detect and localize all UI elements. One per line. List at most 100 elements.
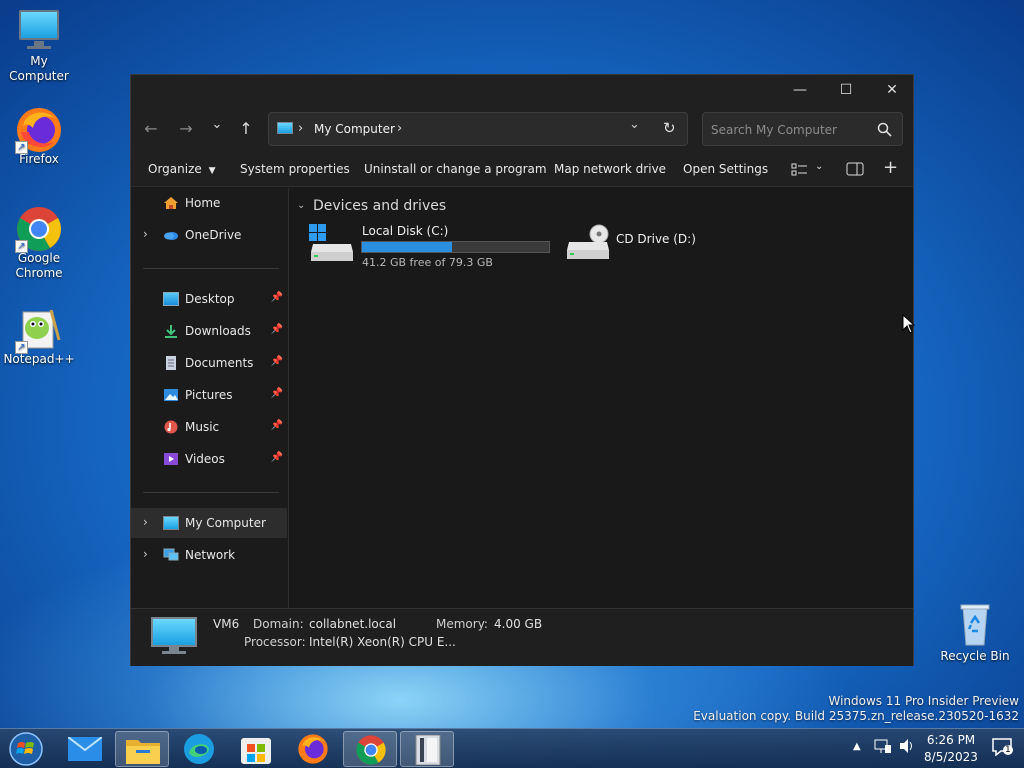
group-header[interactable]: Devices and drives <box>313 198 446 214</box>
monitor-icon <box>163 516 179 530</box>
sidebar-item-onedrive[interactable]: › OneDrive <box>131 220 287 250</box>
chevron-down-icon: ⌄ <box>815 161 824 172</box>
desktop-icon-firefox[interactable]: ↗ Firefox <box>1 106 77 167</box>
address-dropdown-button[interactable]: ⌄ <box>629 117 640 132</box>
drive-name: CD Drive (D:) <box>616 232 696 246</box>
chevron-down-icon: ▼ <box>208 166 216 176</box>
drive-item-c[interactable]: Local Disk (C:) 41.2 GB free of 79.3 GB <box>309 224 551 270</box>
home-icon <box>164 197 178 209</box>
desktop-icon-notepadpp[interactable]: ↗ Notepad++ <box>1 306 77 367</box>
taskbar-file-explorer[interactable] <box>115 731 169 767</box>
desktop-icon-my-computer[interactable]: My Computer <box>1 8 77 84</box>
taskbar-store[interactable] <box>229 731 283 767</box>
close-button[interactable]: ✕ <box>869 75 915 105</box>
sidebar-item-home[interactable]: Home <box>131 188 287 218</box>
desktop-icon-label: Firefox <box>19 152 59 166</box>
cloud-icon <box>164 232 178 240</box>
notepadpp-icon: ↗ <box>15 306 63 354</box>
pin-icon[interactable]: 📌 <box>271 452 283 463</box>
cd-drive-icon <box>567 224 609 259</box>
memory-value: 4.00 GB <box>494 617 543 631</box>
firefox-icon <box>298 734 328 764</box>
open-settings-button[interactable]: Open Settings <box>683 162 768 176</box>
processor-value: Intel(R) Xeon(R) CPU E... <box>309 635 456 649</box>
desktop-icon-chrome[interactable]: ↗ Google Chrome <box>1 205 77 281</box>
sidebar-item-label: Videos <box>185 452 225 466</box>
recycle-bin-icon <box>951 601 999 649</box>
command-bar: Organize ▼ System properties Uninstall o… <box>131 153 913 187</box>
pin-icon[interactable]: 📌 <box>271 324 283 335</box>
taskbar-app-window[interactable] <box>400 731 454 767</box>
maximize-button[interactable]: ☐ <box>823 75 869 105</box>
chevron-right-icon[interactable]: › <box>143 227 148 241</box>
chevron-right-icon[interactable]: › <box>143 547 148 561</box>
watermark-edition: Windows 11 Pro Insider Preview <box>828 694 1019 708</box>
details-pane-button[interactable] <box>846 162 864 179</box>
collapse-group-icon[interactable]: ⌄ <box>297 200 305 211</box>
recent-locations-button[interactable]: ⌄ <box>203 111 231 139</box>
map-network-drive-button[interactable]: Map network drive <box>554 162 666 176</box>
search-box[interactable] <box>702 112 903 146</box>
refresh-button[interactable]: ↻ <box>663 119 676 137</box>
sidebar-item-my-computer[interactable]: › My Computer <box>131 508 287 538</box>
desktop-icon-label: Recycle Bin <box>940 649 1010 663</box>
network-tray-icon[interactable] <box>874 737 892 758</box>
start-button[interactable] <box>8 731 46 767</box>
sidebar-item-music[interactable]: Music 📌 <box>131 412 287 442</box>
search-input[interactable] <box>711 121 861 139</box>
divider <box>143 492 279 493</box>
new-item-button[interactable]: + <box>883 157 898 178</box>
uninstall-program-button[interactable]: Uninstall or change a program <box>364 162 547 176</box>
sidebar-item-downloads[interactable]: Downloads 📌 <box>131 316 287 346</box>
taskbar-firefox[interactable] <box>286 731 340 767</box>
sidebar-item-desktop[interactable]: Desktop 📌 <box>131 284 287 314</box>
chevron-right-icon[interactable]: › <box>143 515 148 529</box>
network-icon <box>163 548 179 561</box>
up-button[interactable]: ↑ <box>232 115 260 143</box>
drive-free-space: 41.2 GB free of 79.3 GB <box>362 256 493 269</box>
search-icon[interactable] <box>877 122 892 137</box>
computer-icon <box>151 617 197 657</box>
sidebar-item-label: Downloads <box>185 324 251 338</box>
pin-icon[interactable]: 📌 <box>271 420 283 431</box>
breadcrumb-separator[interactable]: › <box>397 121 402 136</box>
sidebar-item-network[interactable]: › Network <box>131 540 287 570</box>
pin-icon[interactable]: 📌 <box>271 292 283 303</box>
desktop-icon-label: My Computer <box>9 54 69 83</box>
show-hidden-icons-button[interactable]: ▲ <box>853 741 861 752</box>
clock-date: 8/5/2023 <box>924 750 978 764</box>
forward-button[interactable]: → <box>172 115 200 143</box>
clock[interactable]: 6:26 PM 8/5/2023 <box>924 732 978 766</box>
taskbar-chrome[interactable] <box>343 731 397 767</box>
drive-item-d[interactable]: CD Drive (D:) <box>565 224 725 264</box>
processor-label: Processor: <box>244 635 306 649</box>
desktop-icon-recycle-bin[interactable]: Recycle Bin <box>937 601 1013 664</box>
minimize-button[interactable]: — <box>777 75 823 105</box>
pin-icon[interactable]: 📌 <box>271 388 283 399</box>
system-properties-button[interactable]: System properties <box>240 162 350 176</box>
taskbar-mail[interactable] <box>58 731 112 767</box>
notification-center-button[interactable]: 1 <box>992 738 1014 758</box>
sidebar-item-label: OneDrive <box>185 228 242 242</box>
explorer-window: — ☐ ✕ ← → ⌄ ↑ › My Computer › ⌄ ↻ Organi… <box>130 74 914 666</box>
memory-label: Memory: <box>436 617 488 631</box>
folder-icon <box>126 740 160 764</box>
address-bar[interactable]: › My Computer › ⌄ ↻ <box>268 112 688 146</box>
sidebar-item-documents[interactable]: Documents 📌 <box>131 348 287 378</box>
organize-menu[interactable]: Organize ▼ <box>148 162 216 176</box>
clock-time: 6:26 PM <box>926 733 976 747</box>
back-button[interactable]: ← <box>137 115 165 143</box>
sidebar-item-pictures[interactable]: Pictures 📌 <box>131 380 287 410</box>
view-options-button[interactable]: ⌄ <box>789 161 829 179</box>
drive-usage-fill <box>362 242 452 252</box>
domain-value: collabnet.local <box>309 617 397 631</box>
sidebar-item-label: Documents <box>185 356 254 370</box>
breadcrumb-my-computer[interactable]: My Computer <box>314 122 395 136</box>
video-icon <box>164 453 178 465</box>
chrome-icon: ↗ <box>15 205 63 253</box>
pin-icon[interactable]: 📌 <box>271 356 283 367</box>
taskbar-edge[interactable] <box>172 731 226 767</box>
volume-icon[interactable] <box>898 737 916 758</box>
sidebar-item-videos[interactable]: Videos 📌 <box>131 444 287 474</box>
drive-usage-bar <box>361 241 550 253</box>
